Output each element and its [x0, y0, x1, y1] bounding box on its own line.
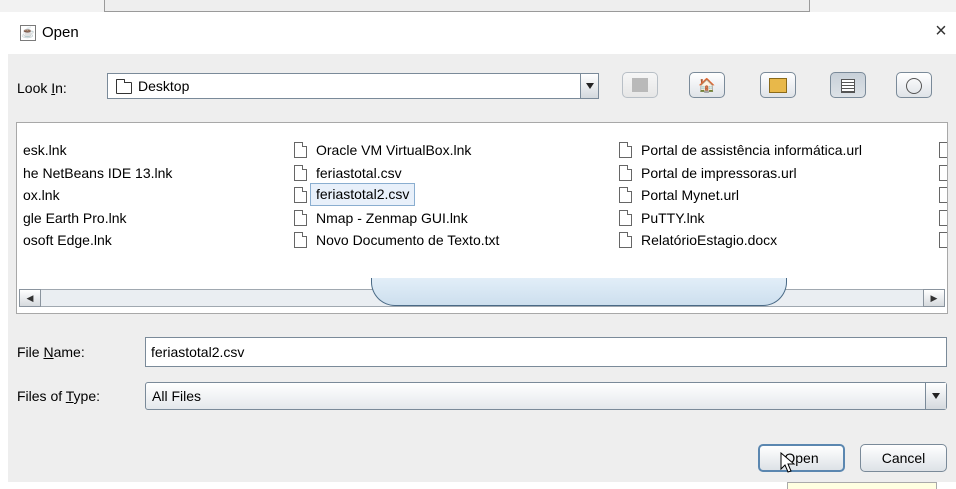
list-item[interactable]: Portal de assistência informática.url — [613, 139, 943, 162]
files-of-type-label: Files of Type: — [17, 388, 101, 404]
new-folder-icon — [769, 78, 787, 93]
file-icon — [294, 142, 307, 158]
scroll-left-icon[interactable]: ◀ — [19, 289, 41, 307]
list-item[interactable]: feriastotal.csv — [289, 162, 609, 185]
horizontal-scrollbar[interactable]: ◀ ▶ — [19, 278, 945, 310]
chevron-down-icon[interactable] — [925, 383, 946, 409]
file-name: ox.lnk — [23, 187, 60, 203]
close-icon[interactable]: × — [928, 20, 954, 43]
file-icon — [294, 164, 307, 181]
file-icon — [294, 209, 307, 226]
file-name: Portal Mynet.url — [641, 187, 740, 203]
list-item[interactable] — [933, 139, 947, 162]
folder-icon — [116, 79, 132, 94]
file-icon — [619, 142, 632, 158]
list-view-icon — [841, 79, 855, 93]
list-item[interactable]: he NetBeans IDE 13.lnk — [17, 162, 277, 185]
list-view-button[interactable] — [830, 72, 866, 98]
mouse-cursor-icon — [780, 452, 796, 473]
chevron-down-icon[interactable] — [580, 74, 598, 98]
cancel-button[interactable]: Cancel — [860, 444, 947, 472]
file-icon — [939, 164, 947, 181]
file-icon — [294, 187, 307, 203]
file-name: feriastotal2.csv — [310, 183, 416, 206]
list-item-selected[interactable]: feriastotal2.csv — [289, 183, 609, 207]
file-column-1: esk.lnk he NetBeans IDE 13.lnk ox.lnk gl… — [17, 139, 277, 252]
list-item[interactable] — [933, 207, 947, 230]
open-button[interactable]: Open — [758, 444, 845, 472]
open-dialog: ☕ Open × Look In: Desktop 🏠 esk.lnk he N… — [8, 12, 956, 482]
file-name: Nmap - Zenmap GUI.lnk — [316, 209, 468, 226]
file-name: RelatórioEstagio.docx — [641, 232, 778, 248]
file-icon — [294, 232, 307, 248]
file-icon — [619, 164, 632, 181]
file-name: Oracle VM VirtualBox.lnk — [316, 142, 472, 158]
home-icon: 🏠 — [698, 77, 716, 93]
list-item[interactable]: Portal Mynet.url — [613, 184, 943, 207]
file-name: feriastotal.csv — [316, 164, 402, 181]
details-view-icon — [906, 78, 922, 94]
background-window-bar — [104, 0, 810, 12]
list-item[interactable]: gle Earth Pro.lnk — [17, 207, 277, 230]
tooltip — [787, 482, 937, 489]
file-name: gle Earth Pro.lnk — [23, 209, 127, 226]
file-icon — [619, 232, 632, 248]
file-icon — [939, 209, 947, 226]
list-item[interactable]: esk.lnk — [17, 139, 277, 162]
file-name-field[interactable]: feriastotal2.csv — [145, 337, 947, 367]
list-item[interactable]: RelatórioEstagio.docx — [613, 229, 943, 252]
list-item[interactable] — [933, 162, 947, 185]
list-item[interactable]: PuTTY.lnk — [613, 207, 943, 230]
home-button[interactable]: 🏠 — [689, 72, 725, 98]
file-name: Portal de impressoras.url — [641, 164, 797, 181]
up-one-level-button[interactable] — [622, 72, 658, 98]
up-one-level-icon — [632, 78, 648, 92]
file-column-2: Oracle VM VirtualBox.lnk feriastotal.csv… — [289, 139, 609, 252]
list-item[interactable]: ox.lnk — [17, 184, 277, 207]
file-icon — [619, 187, 632, 203]
file-name: Portal de assistência informática.url — [641, 142, 862, 158]
list-item[interactable]: Novo Documento de Texto.txt — [289, 229, 609, 252]
look-in-value: Desktop — [138, 78, 190, 94]
look-in-label: Look In: — [17, 80, 67, 96]
file-name: osoft Edge.lnk — [23, 232, 112, 248]
file-icon — [939, 187, 947, 203]
details-view-button[interactable] — [896, 72, 932, 98]
scroll-right-icon[interactable]: ▶ — [923, 289, 945, 307]
file-icon — [619, 209, 632, 226]
list-item[interactable]: Oracle VM VirtualBox.lnk — [289, 139, 609, 162]
list-item[interactable] — [933, 229, 947, 252]
file-name: PuTTY.lnk — [641, 209, 705, 226]
file-column-3: Portal de assistência informática.url Po… — [613, 139, 943, 252]
list-item[interactable]: Nmap - Zenmap GUI.lnk — [289, 207, 609, 230]
java-app-icon: ☕ — [20, 25, 36, 41]
file-icon — [939, 142, 947, 158]
file-name: Novo Documento de Texto.txt — [316, 232, 500, 248]
file-name-label: File Name: — [17, 344, 85, 360]
new-folder-button[interactable] — [760, 72, 796, 98]
file-list[interactable]: esk.lnk he NetBeans IDE 13.lnk ox.lnk gl… — [16, 122, 948, 314]
list-item[interactable]: Portal de impressoras.url — [613, 162, 943, 185]
scroll-thumb[interactable] — [371, 278, 787, 306]
file-name: he NetBeans IDE 13.lnk — [23, 164, 173, 181]
dialog-title: Open — [42, 24, 79, 41]
files-of-type-value: All Files — [152, 388, 202, 404]
file-icon — [939, 232, 947, 248]
look-in-combo[interactable]: Desktop — [107, 73, 599, 99]
files-of-type-combo[interactable]: All Files — [145, 382, 947, 410]
file-name: esk.lnk — [23, 142, 67, 158]
title-bar: ☕ Open × — [8, 12, 956, 54]
file-column-4-partial — [933, 139, 947, 252]
list-item[interactable]: osoft Edge.lnk — [17, 229, 277, 252]
list-item[interactable] — [933, 184, 947, 207]
